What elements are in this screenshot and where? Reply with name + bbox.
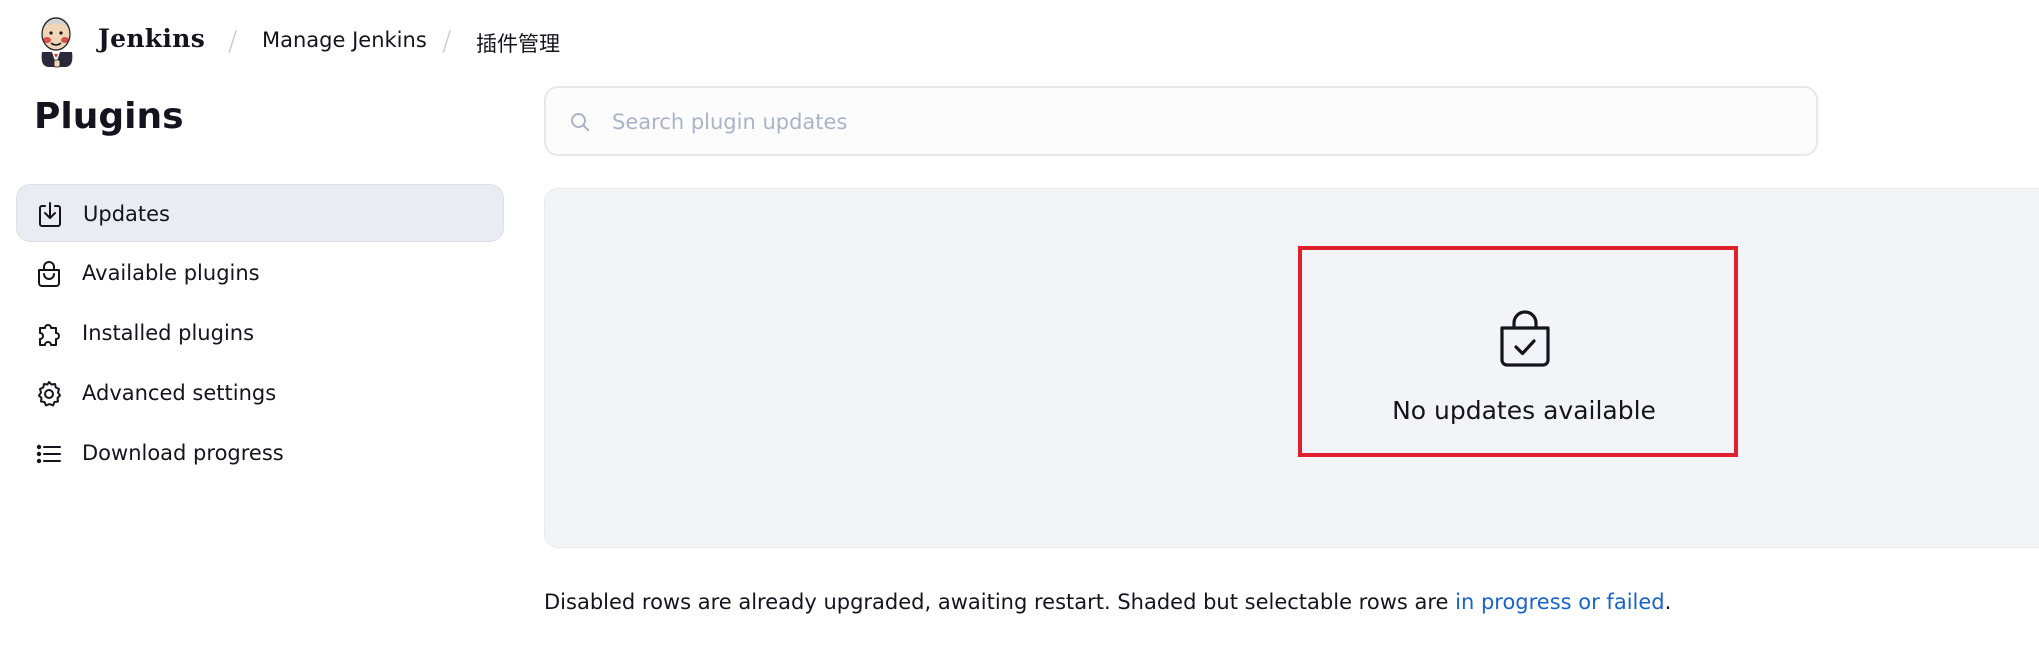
sidebar-item-label: Download progress xyxy=(82,441,284,465)
page-title: Plugins xyxy=(34,96,184,137)
sidebar-item-advanced-settings[interactable]: Advanced settings xyxy=(16,364,504,422)
in-progress-or-failed-link[interactable]: in progress or failed xyxy=(1455,590,1665,614)
download-tray-icon xyxy=(39,202,61,227)
sidebar-item-installed-plugins[interactable]: Installed plugins xyxy=(16,304,504,362)
jenkins-logo-icon[interactable] xyxy=(34,14,78,68)
breadcrumb-plugin-management[interactable]: 插件管理 xyxy=(476,28,560,58)
breadcrumb-manage-jenkins[interactable]: Manage Jenkins xyxy=(262,28,427,52)
bag-check-icon xyxy=(1500,310,1550,367)
sidebar-item-updates[interactable]: Updates xyxy=(16,184,504,242)
sidebar-item-available-plugins[interactable]: Available plugins xyxy=(16,244,504,302)
sidebar-item-label: Installed plugins xyxy=(82,321,255,345)
restart-note-text: Disabled rows are already upgraded, awai… xyxy=(544,590,1456,614)
breadcrumb-separator: / xyxy=(442,24,452,57)
sidebar-item-label: Available plugins xyxy=(82,261,260,285)
empty-state-message: No updates available xyxy=(1392,396,1656,425)
shopping-bag-icon xyxy=(38,261,60,287)
sidebar-item-label: Updates xyxy=(83,202,170,226)
list-icon xyxy=(36,444,61,464)
sidebar-item-label: Advanced settings xyxy=(82,381,277,405)
gear-icon xyxy=(38,381,61,407)
restart-note-period: . xyxy=(1664,590,1672,614)
sidebar-item-download-progress[interactable]: Download progress xyxy=(16,424,504,482)
restart-note: Disabled rows are already upgraded, awai… xyxy=(544,590,1671,614)
plugins-side-nav: Updates Available plugins Installed plug… xyxy=(16,184,504,484)
top-header: Jenkins / Manage Jenkins / 插件管理 xyxy=(0,0,2039,84)
breadcrumb-separator: / xyxy=(228,24,238,57)
jenkins-brand-link[interactable]: Jenkins xyxy=(98,24,205,53)
search-box[interactable] xyxy=(544,86,1818,156)
updates-table-panel xyxy=(544,188,2039,548)
search-icon xyxy=(571,113,589,131)
puzzle-piece-icon xyxy=(39,324,60,346)
search-input[interactable] xyxy=(610,100,1794,144)
